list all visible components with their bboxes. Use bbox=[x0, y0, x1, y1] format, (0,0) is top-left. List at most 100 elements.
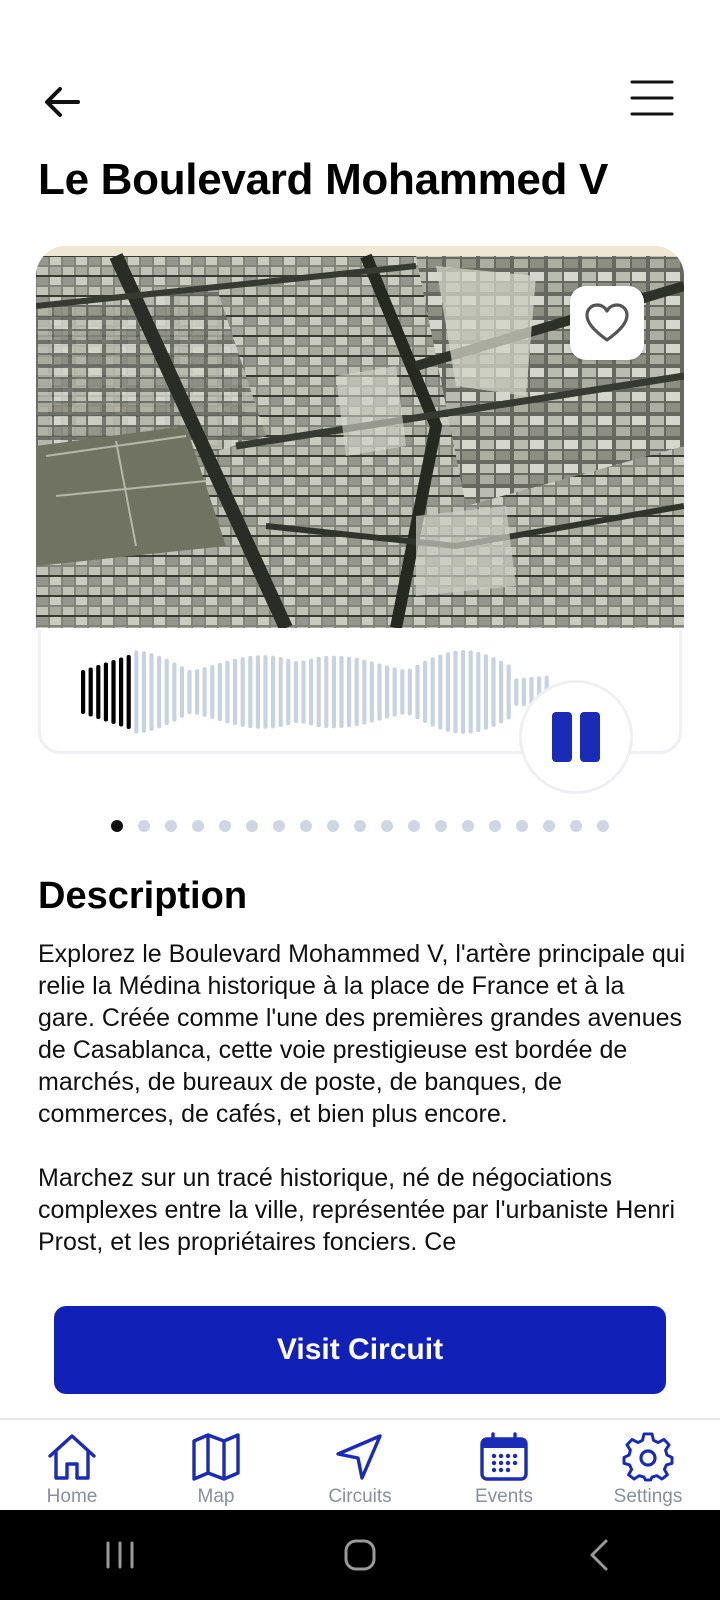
waveform-bar bbox=[271, 655, 276, 729]
waveform-bar bbox=[483, 654, 488, 730]
carousel-dot[interactable] bbox=[435, 820, 447, 832]
nav-item-map[interactable]: Map bbox=[144, 1420, 288, 1510]
pause-icon bbox=[548, 712, 604, 762]
pause-button[interactable] bbox=[519, 680, 633, 794]
nav-label-events: Events bbox=[474, 1486, 534, 1507]
carousel-dot[interactable] bbox=[462, 820, 474, 832]
waveform-bar bbox=[255, 655, 260, 729]
top-bar bbox=[0, 70, 720, 130]
waveform-bar bbox=[461, 650, 466, 734]
nav-item-events[interactable]: Events bbox=[432, 1420, 576, 1510]
favorite-button[interactable] bbox=[570, 286, 644, 360]
waveform-bar bbox=[179, 666, 184, 718]
nav-item-settings[interactable]: Settings bbox=[576, 1420, 720, 1510]
carousel-dot[interactable] bbox=[597, 820, 609, 832]
waveform-bar bbox=[301, 660, 306, 724]
carousel-dot[interactable] bbox=[219, 820, 231, 832]
waveform-bar bbox=[293, 661, 298, 723]
audio-player bbox=[38, 630, 682, 794]
waveform-bar bbox=[392, 667, 397, 717]
carousel-dot[interactable] bbox=[408, 820, 420, 832]
arrow-left-icon bbox=[45, 87, 80, 117]
carousel-dot[interactable] bbox=[273, 820, 285, 832]
description-heading: Description bbox=[38, 875, 248, 917]
waveform-bar bbox=[210, 665, 215, 719]
carousel-indicator bbox=[0, 820, 720, 834]
waveform-bar bbox=[103, 662, 108, 722]
carousel-dot[interactable] bbox=[543, 820, 555, 832]
home-system-icon[interactable] bbox=[340, 1535, 380, 1575]
carousel-dot[interactable] bbox=[246, 820, 258, 832]
waveform-bar bbox=[369, 661, 374, 723]
waveform-bar bbox=[331, 655, 336, 729]
carousel-dot[interactable] bbox=[516, 820, 528, 832]
waveform-bar bbox=[362, 659, 367, 725]
waveform-bar bbox=[134, 650, 139, 734]
carousel-dot[interactable] bbox=[489, 820, 501, 832]
recent-apps-icon[interactable] bbox=[100, 1537, 140, 1573]
gear-icon bbox=[622, 1432, 674, 1482]
waveform-bar bbox=[438, 654, 443, 730]
hamburger-menu-icon bbox=[630, 80, 674, 116]
carousel-dot[interactable] bbox=[354, 820, 366, 832]
waveform-bar bbox=[278, 656, 283, 728]
waveform-bar bbox=[119, 657, 124, 727]
carousel-dot[interactable] bbox=[381, 820, 393, 832]
carousel-dot[interactable] bbox=[192, 820, 204, 832]
home-icon bbox=[48, 1434, 96, 1480]
waveform-bar bbox=[407, 668, 412, 716]
bottom-nav: Home Map Circuits Events Settings bbox=[0, 1418, 720, 1510]
menu-button[interactable] bbox=[628, 76, 676, 120]
nav-item-home[interactable]: Home bbox=[0, 1420, 144, 1510]
navigation-arrow-icon bbox=[336, 1434, 382, 1480]
carousel-dot[interactable] bbox=[300, 820, 312, 832]
waveform-bar bbox=[506, 664, 511, 720]
carousel-dot[interactable] bbox=[327, 820, 339, 832]
waveform-bar bbox=[316, 656, 321, 728]
waveform-bar bbox=[339, 655, 344, 729]
waveform-bar bbox=[309, 658, 314, 726]
waveform-bar bbox=[248, 655, 253, 729]
carousel-dot[interactable] bbox=[111, 820, 123, 832]
waveform-bar bbox=[400, 669, 405, 715]
media-card bbox=[36, 246, 684, 794]
waveform-bar bbox=[88, 667, 93, 717]
waveform-bar bbox=[126, 655, 131, 729]
visit-circuit-button[interactable]: Visit Circuit bbox=[54, 1306, 666, 1394]
description-text[interactable]: Explorez le Boulevard Mohammed V, l'artè… bbox=[38, 938, 688, 1284]
waveform-bar bbox=[111, 660, 116, 724]
carousel-dot[interactable] bbox=[570, 820, 582, 832]
waveform-bar bbox=[491, 657, 496, 727]
waveform-bar bbox=[468, 650, 473, 734]
waveform-bar bbox=[164, 658, 169, 726]
waveform-bar bbox=[354, 657, 359, 726]
waveform-bar bbox=[225, 660, 230, 724]
calendar-icon bbox=[480, 1432, 528, 1481]
waveform-bar bbox=[521, 677, 526, 707]
waveform-bar bbox=[187, 670, 192, 715]
nav-item-circuits[interactable]: Circuits bbox=[288, 1420, 432, 1510]
waveform-bar bbox=[415, 664, 420, 720]
waveform-bar bbox=[324, 655, 329, 728]
waveform-bar bbox=[263, 655, 268, 729]
heart-outline-icon bbox=[585, 303, 629, 342]
waveform-bar bbox=[423, 660, 428, 723]
waveform-bar bbox=[514, 678, 519, 706]
page-title: Le Boulevard Mohammed V bbox=[38, 155, 609, 204]
waveform-bar bbox=[430, 657, 435, 727]
carousel-dot[interactable] bbox=[165, 820, 177, 832]
back-system-icon[interactable] bbox=[580, 1535, 620, 1575]
waveform-bar bbox=[217, 662, 222, 722]
nav-label-map: Map bbox=[197, 1486, 235, 1507]
description-paragraph: Marchez sur un tracé historique, né de n… bbox=[38, 1164, 676, 1256]
waveform-bar bbox=[445, 652, 450, 732]
nav-label-circuits: Circuits bbox=[328, 1486, 392, 1507]
back-button[interactable] bbox=[38, 80, 86, 124]
nav-label-home: Home bbox=[46, 1486, 98, 1507]
waveform-bar bbox=[453, 650, 458, 734]
waveform-bar bbox=[157, 655, 162, 729]
waveform-bar bbox=[240, 657, 245, 727]
map-icon bbox=[192, 1433, 240, 1481]
carousel-dot[interactable] bbox=[138, 820, 150, 832]
waveform-bar bbox=[81, 670, 86, 714]
